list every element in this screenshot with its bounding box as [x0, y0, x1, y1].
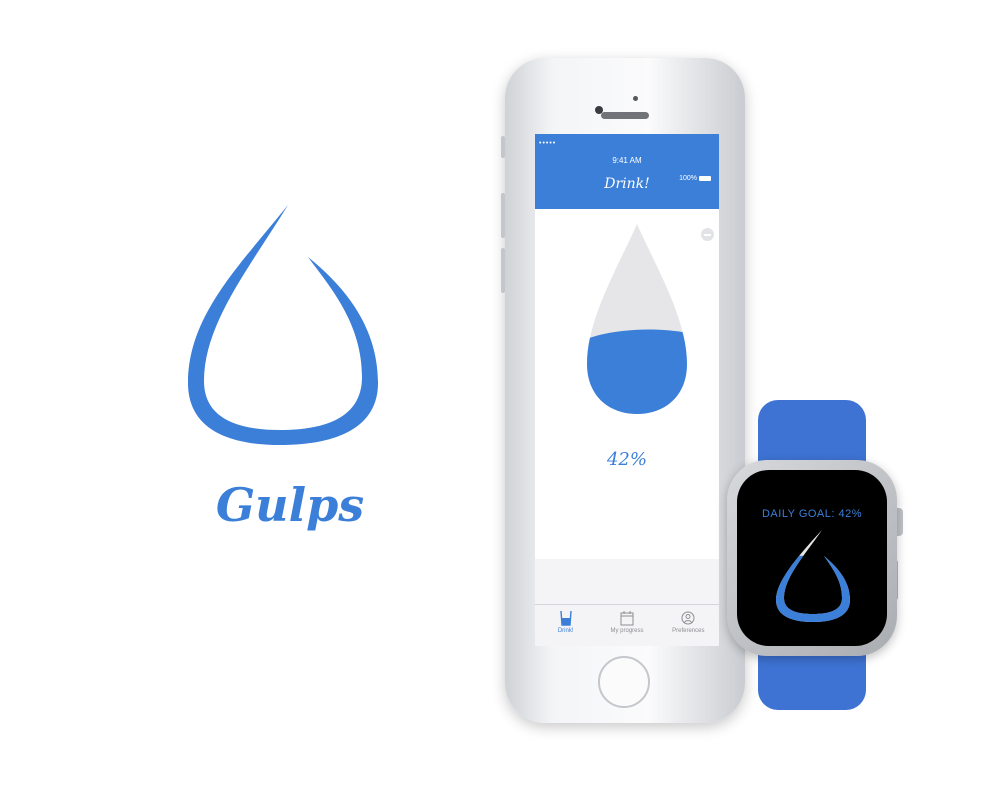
- tab-label-drink: Drink!: [557, 628, 574, 634]
- iphone-device: ••••• 9:41 AM 100% Drink! 42% +: [501, 58, 745, 723]
- drop-water-fill: [587, 329, 687, 414]
- tab-my-progress[interactable]: My progress: [596, 605, 657, 646]
- brand-name: Gulps: [215, 478, 365, 532]
- drink-content: 42% +: [535, 209, 719, 646]
- watch-daily-goal: DAILY GOAL: 42%: [761, 508, 863, 520]
- progress-percent: 42%: [606, 449, 647, 470]
- water-drop-progress: [587, 224, 687, 414]
- app-screen: ••••• 9:41 AM 100% Drink! 42% +: [535, 134, 719, 646]
- navigation-bar: ••••• 9:41 AM 100% Drink!: [535, 134, 719, 209]
- earpiece-speaker: [601, 112, 649, 119]
- profile-icon: [681, 611, 695, 625]
- tab-preferences[interactable]: Preferences: [658, 605, 719, 646]
- nav-title: Drink!: [604, 176, 650, 192]
- watch-band-bottom: [758, 650, 866, 710]
- volume-down-button: [501, 248, 505, 293]
- tab-label-preferences: Preferences: [672, 628, 705, 634]
- home-button[interactable]: [598, 656, 650, 708]
- watch-screen: DAILY GOAL: 42%: [737, 470, 887, 646]
- tab-bar: Drink! My progress Preferences: [535, 604, 719, 646]
- tab-label-progress: My progress: [610, 628, 644, 634]
- status-time: 9:41 AM: [612, 156, 642, 165]
- apple-watch-device: DAILY GOAL: 42%: [727, 460, 897, 656]
- phone-sensor: [633, 96, 638, 101]
- calendar-icon: [620, 611, 634, 626]
- remove-drink-button[interactable]: [701, 228, 714, 241]
- mute-switch: [501, 136, 505, 158]
- tab-drink[interactable]: Drink!: [535, 605, 596, 646]
- watch-drop-fill: [776, 555, 850, 622]
- volume-up-button: [501, 193, 505, 238]
- glass-icon: [559, 610, 572, 626]
- signal-indicator: •••••: [539, 140, 557, 147]
- gulps-logo-icon: [188, 205, 378, 445]
- watch-drop-progress-icon: [776, 530, 850, 622]
